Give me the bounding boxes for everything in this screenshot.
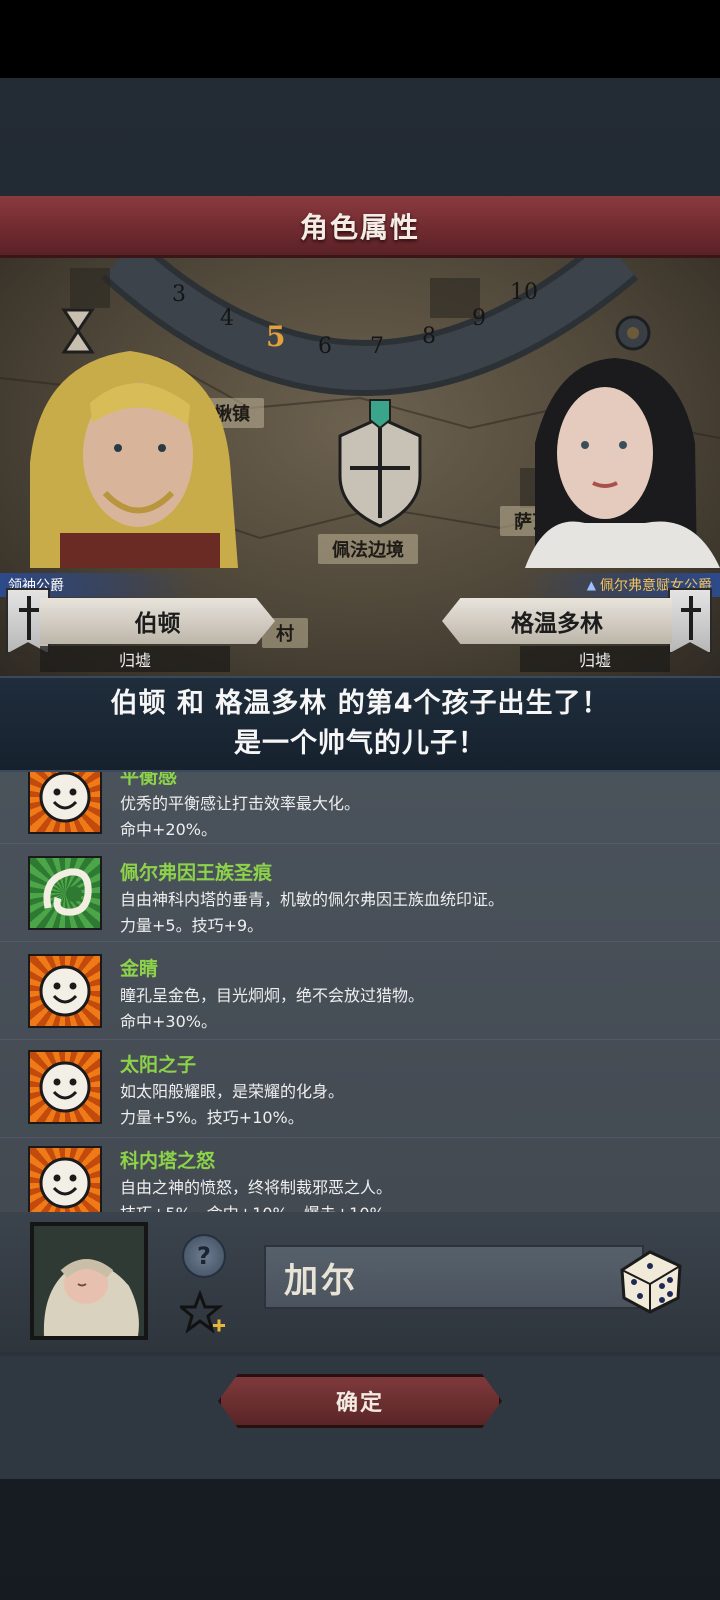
crown-icon: ▲	[586, 578, 596, 592]
child-name: 加尔	[284, 1260, 358, 1301]
trait-description: 自由之神的愤怒，终将制裁邪恶之人。	[120, 1178, 393, 1197]
smiley-sun-icon	[28, 954, 102, 1028]
child-portrait	[30, 1222, 148, 1340]
trait-name: 金睛	[120, 958, 159, 980]
father-portrait	[30, 351, 238, 568]
timeline-number: 6	[318, 334, 332, 359]
mother-portrait	[525, 358, 720, 568]
father-name-plate[interactable]: 伯顿	[40, 598, 275, 644]
birth-scene: 3 4 5 6 7 8 9 10 花楸镇 佩法边境 萨瓦 村 领袖公爵 ▲ 佩尔…	[0, 258, 720, 676]
trait-item[interactable]: 金睛 瞳孔呈金色，目光炯炯，绝不会放过猎物。 命中+30%。	[0, 942, 720, 1040]
dialog-title-bar: 角色属性	[0, 196, 720, 258]
character-attributes-dialog: 角色属性 3 4 5 6 7 8 9 10 花楸镇 佩法边境 萨瓦 村 领袖公爵…	[0, 196, 720, 1479]
trait-description: 如太阳般耀眼，是荣耀的化身。	[120, 1082, 345, 1101]
trait-effect: 命中+20%。	[120, 820, 217, 839]
timeline-number: 4	[220, 306, 234, 331]
smiley-sun-icon	[28, 772, 102, 834]
father-status: 归墟	[40, 646, 230, 672]
trait-item[interactable]: 科内塔之怒 自由之神的愤怒，终将制裁邪恶之人。 技巧+5%。命中+10%。爆击+…	[0, 1138, 720, 1212]
trait-name: 太阳之子	[120, 1054, 197, 1076]
timeline-number: 9	[472, 306, 486, 331]
timeline-number: 7	[370, 334, 384, 359]
gear-icon	[615, 315, 651, 351]
confirm-label: 确定	[335, 1391, 384, 1416]
trait-name: 平衡感	[120, 772, 178, 788]
child-name-field[interactable]: 加尔	[264, 1245, 644, 1309]
question-icon: ?	[197, 1242, 211, 1270]
shield-crest-icon	[338, 399, 422, 528]
trait-description: 自由神科内塔的垂青，机敏的佩尔弗因王族血统印证。	[120, 890, 505, 909]
trait-name: 佩尔弗因王族圣痕	[120, 862, 273, 884]
mother-status: 归墟	[520, 646, 670, 672]
timeline-number: 10	[510, 280, 538, 305]
trait-effect: 技巧+5%。命中+10%。爆击+10%。	[120, 1200, 401, 1212]
announcement-line-2: 是一个帅气的儿子！	[234, 728, 486, 759]
trait-effect: 力量+5%。技巧+10%。	[120, 1108, 304, 1127]
mother-name: 格温多林	[511, 611, 603, 637]
timeline-current-number: 5	[266, 320, 286, 353]
smiley-sun-icon	[28, 1146, 102, 1212]
trait-list[interactable]: 平衡感 优秀的平衡感让打击效率最大化。 命中+20%。 佩尔弗因王族圣痕 自由神…	[0, 772, 720, 1212]
map-label-border: 佩法边境	[318, 534, 418, 564]
royal-stigma-icon	[28, 856, 102, 930]
trait-description: 瞳孔呈金色，目光炯炯，绝不会放过猎物。	[120, 986, 425, 1005]
trait-item[interactable]: 太阳之子 如太阳般耀眼，是荣耀的化身。 力量+5%。技巧+10%。	[0, 1040, 720, 1138]
status-bar-area	[0, 0, 720, 78]
announcement-line-1: 伯顿 和 格温多林 的第4个孩子出生了！	[110, 688, 610, 719]
trait-item[interactable]: 平衡感 优秀的平衡感让打击效率最大化。 命中+20%。	[0, 772, 720, 844]
confirm-button[interactable]: 确定	[218, 1374, 502, 1428]
trait-item[interactable]: 佩尔弗因王族圣痕 自由神科内塔的垂青，机敏的佩尔弗因王族血统印证。 力量+5。技…	[0, 844, 720, 942]
mother-name-plate[interactable]: 格温多林	[442, 598, 672, 644]
help-button[interactable]: ?	[182, 1234, 226, 1278]
trait-name: 科内塔之怒	[120, 1150, 216, 1172]
dialog-title: 角色属性	[299, 210, 420, 244]
father-name: 伯顿	[134, 611, 181, 637]
star-plus-icon[interactable]	[180, 1290, 228, 1338]
smiley-sun-icon	[28, 1050, 102, 1124]
birth-announcement: 伯顿 和 格温多林 的第4个孩子出生了！ 是一个帅气的儿子！	[0, 676, 720, 772]
trait-description: 优秀的平衡感让打击效率最大化。	[120, 794, 361, 813]
child-info-row: ? 加尔	[0, 1212, 720, 1352]
trait-effect: 命中+30%。	[120, 1012, 217, 1031]
timeline-number: 3	[172, 282, 186, 307]
trait-effect: 力量+5。技巧+9。	[120, 916, 264, 935]
timeline-number: 8	[422, 324, 436, 349]
dialog-footer: 确定	[0, 1356, 720, 1479]
dice-icon[interactable]	[612, 1240, 688, 1316]
